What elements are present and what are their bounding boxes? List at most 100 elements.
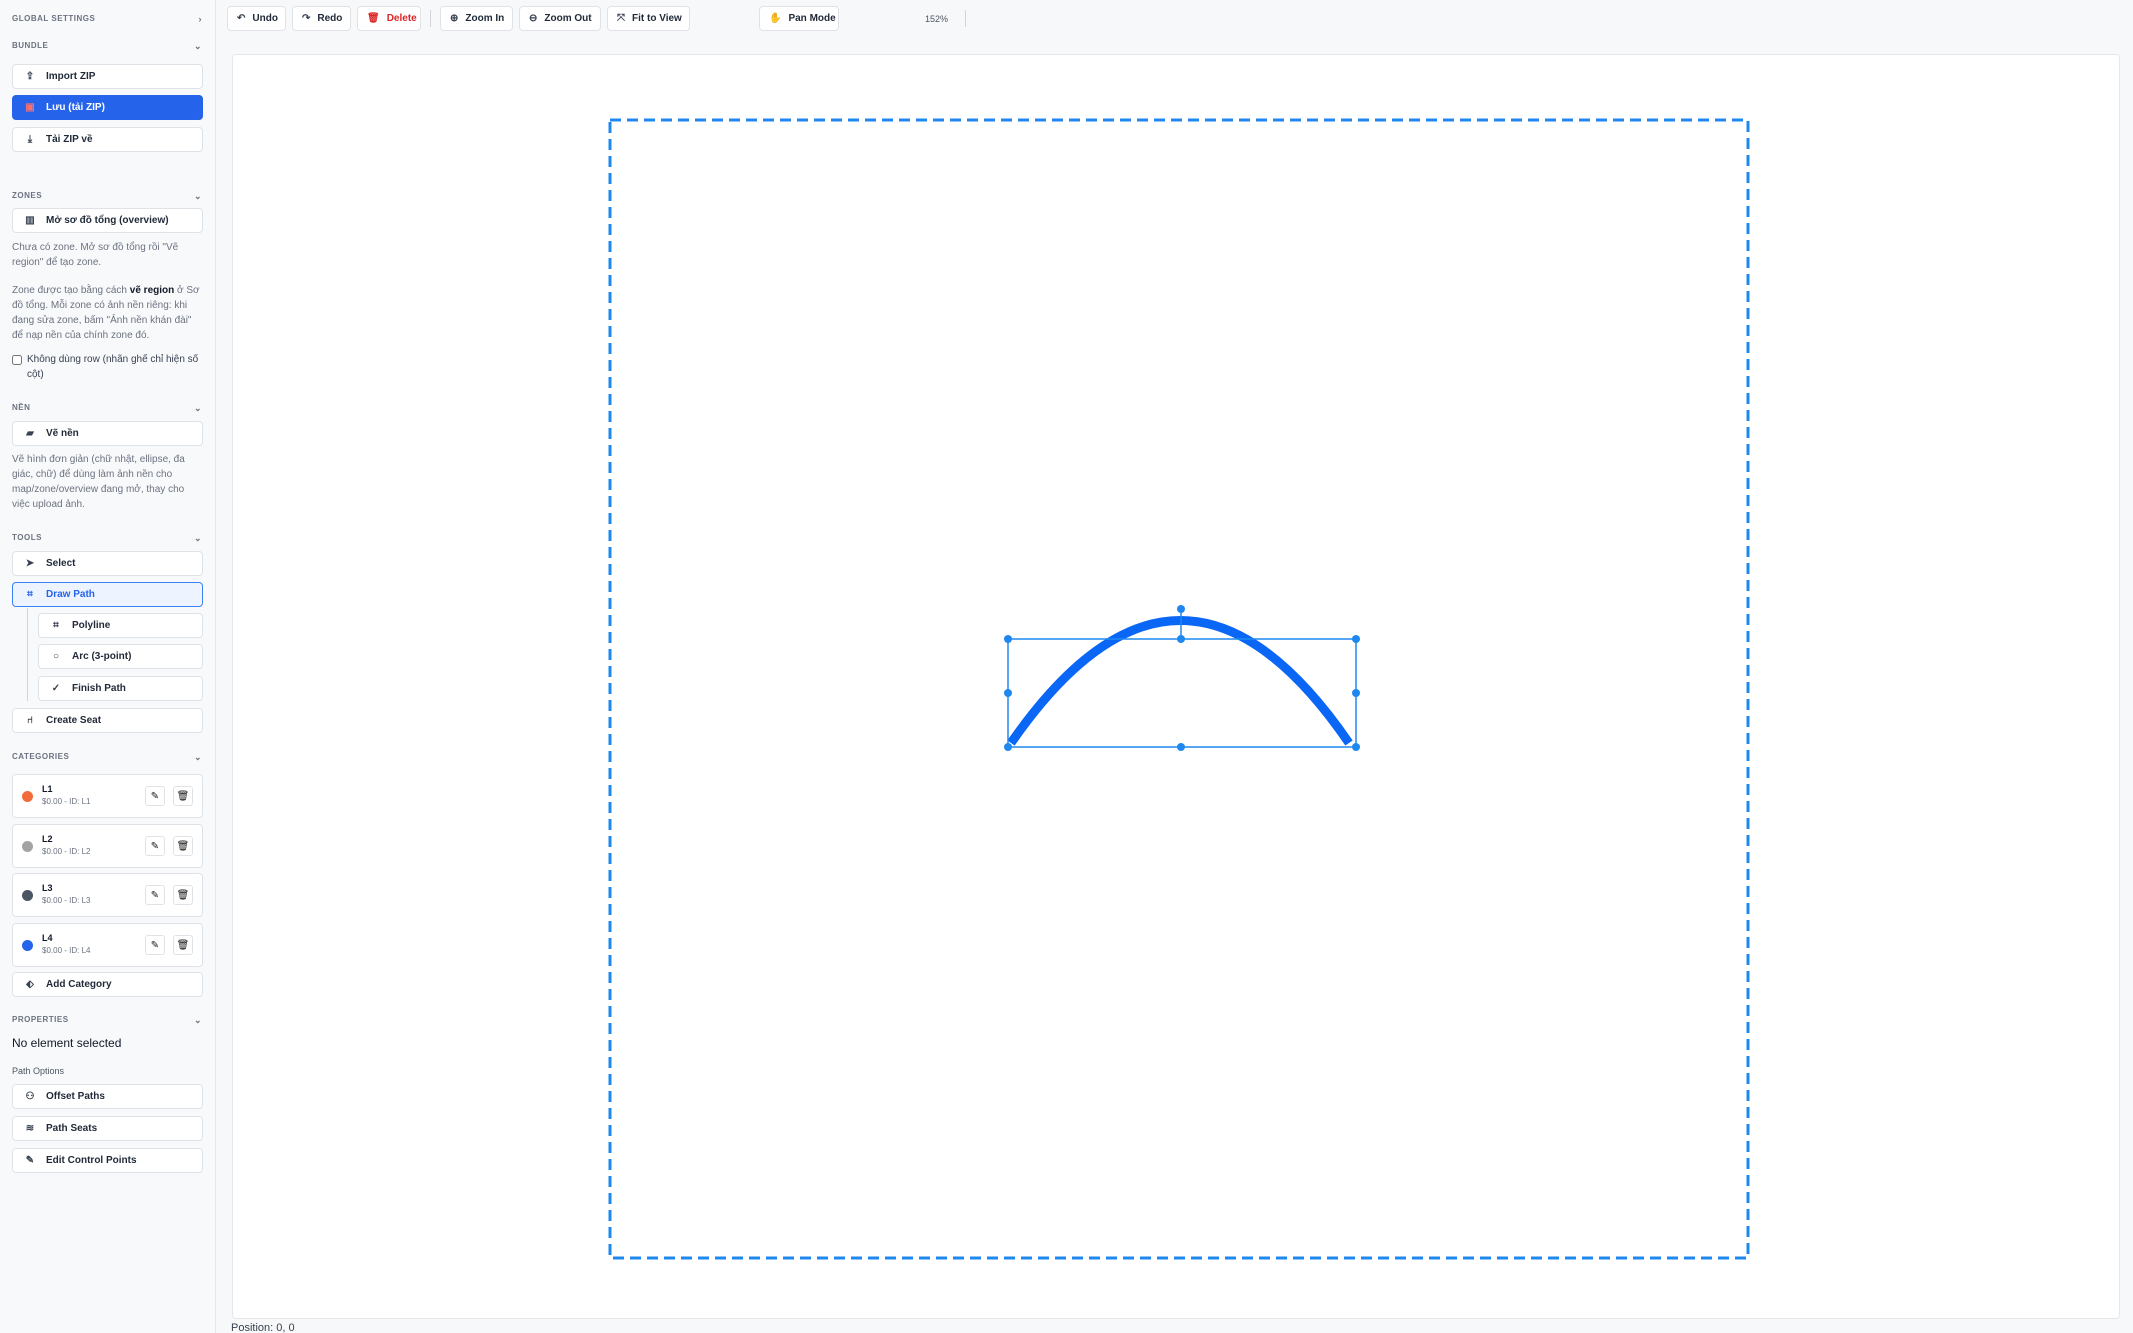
zoom-in-icon: ⊕ — [450, 13, 459, 24]
add-category-button[interactable]: ⬖ Add Category — [12, 972, 203, 997]
zoom-in-button[interactable]: ⊕ Zoom In — [440, 6, 513, 31]
trash-icon: 🗑 — [367, 13, 380, 24]
toolbar-divider — [965, 10, 966, 27]
delete-button[interactable]: 🗑 Delete — [357, 6, 421, 31]
resize-handle[interactable] — [1177, 743, 1185, 751]
selection-box — [1007, 638, 1357, 748]
draw-background-button[interactable]: ▰ Vẽ nền — [12, 421, 203, 446]
edit-icon[interactable]: ✎ — [145, 935, 165, 955]
category-color-dot — [22, 791, 33, 802]
rotate-handle[interactable] — [1177, 605, 1185, 613]
resize-handle[interactable] — [1352, 689, 1360, 697]
categories-header[interactable]: CATEGORIES ⌄ — [12, 752, 202, 766]
properties-header[interactable]: PROPERTIES ⌄ — [12, 1015, 202, 1029]
download-zip-button[interactable]: ⤓ Tải ZIP về — [12, 127, 203, 152]
undo-icon: ↶ — [237, 13, 246, 24]
resize-handle[interactable] — [1352, 635, 1360, 643]
zone-boundary — [608, 118, 1750, 1260]
upload-icon: ⇪ — [25, 71, 35, 82]
no-row-checkbox[interactable] — [12, 355, 22, 365]
sidebar: GLOBAL SETTINGS › BUNDLE ⌄ ⇪ Import ZIP … — [0, 0, 216, 1333]
zones-header[interactable]: ZONES ⌄ — [12, 191, 202, 205]
chevron-down-icon: ⌄ — [193, 752, 202, 762]
resize-handle[interactable] — [1177, 635, 1185, 643]
redo-icon: ↷ — [302, 13, 311, 24]
trash-icon[interactable]: 🗑 — [173, 786, 193, 806]
fit-to-view-button[interactable]: ⤧ Fit to View — [607, 6, 690, 31]
chevron-down-icon: ⌄ — [193, 41, 202, 51]
global-settings-header[interactable]: GLOBAL SETTINGS › — [12, 14, 202, 28]
tools-header[interactable]: TOOLS ⌄ — [12, 533, 202, 547]
pan-mode-button[interactable]: ✋ Pan Mode — [759, 6, 839, 31]
category-item[interactable]: L1 $0.00 - ID: L1 ✎ 🗑 — [12, 774, 203, 818]
zone-help-note: Zone được tạo bằng cách vẽ region ở Sơ đ… — [12, 285, 200, 341]
offset-paths-button[interactable]: ⚇ Offset Paths — [12, 1084, 203, 1109]
chevron-down-icon: ⌄ — [193, 1015, 202, 1025]
undo-button[interactable]: ↶ Undo — [227, 6, 286, 31]
download-icon: ⤓ — [27, 134, 33, 145]
arc-tool-button[interactable]: ○ Arc (3-point) — [38, 644, 203, 669]
canvas[interactable] — [232, 54, 2120, 1319]
polyline-icon: ⌗ — [53, 620, 59, 631]
hand-icon: ✋ — [769, 13, 782, 24]
polyline-tool-button[interactable]: ⌗ Polyline — [38, 613, 203, 638]
chevron-down-icon: ⌄ — [193, 191, 202, 201]
select-tool-button[interactable]: ➤ Select — [12, 551, 203, 576]
layers-icon: ≋ — [25, 1123, 35, 1134]
subtool-connector — [27, 608, 28, 701]
check-icon: ✓ — [51, 683, 61, 694]
toolbar: ↶ Undo ↷ Redo 🗑 Delete ⊕ Zoom In ⊖ Zoom … — [216, 0, 2133, 38]
canvas-drawing[interactable] — [233, 55, 2121, 1320]
trash-icon[interactable]: 🗑 — [173, 935, 193, 955]
draw-path-icon: ⌗ — [27, 589, 33, 600]
path-options-label: Path Options — [12, 1066, 65, 1076]
category-color-dot — [22, 841, 33, 852]
trash-icon[interactable]: 🗑 — [173, 836, 193, 856]
resize-handle[interactable] — [1004, 689, 1012, 697]
cursor-icon: ➤ — [25, 558, 35, 569]
import-zip-button[interactable]: ⇪ Import ZIP — [12, 64, 203, 89]
circle-icon: ○ — [52, 651, 60, 662]
no-zone-note: Chưa có zone. Mở sơ đồ tổng rồi "Vẽ regi… — [12, 242, 179, 268]
chevron-down-icon: ⌄ — [193, 403, 202, 413]
category-item[interactable]: L3 $0.00 - ID: L3 ✎ 🗑 — [12, 873, 203, 917]
resize-handle[interactable] — [1352, 743, 1360, 751]
edit-icon[interactable]: ✎ — [145, 885, 165, 905]
redo-button[interactable]: ↷ Redo — [292, 6, 351, 31]
no-row-option: Không dùng row (nhãn ghế chỉ hiện số cột… — [10, 352, 205, 382]
toolbar-divider — [430, 10, 431, 27]
finish-path-button[interactable]: ✓ Finish Path — [38, 676, 203, 701]
seat-icon: ⑁ — [27, 715, 33, 726]
open-overview-button[interactable]: ▥ Mở sơ đồ tổng (overview) — [12, 208, 203, 233]
create-seat-button[interactable]: ⑁ Create Seat — [12, 708, 203, 733]
resize-handle[interactable] — [1004, 635, 1012, 643]
chevron-right-icon: › — [198, 14, 202, 24]
edit-control-points-button[interactable]: ✎ Edit Control Points — [12, 1148, 203, 1173]
category-item[interactable]: L4 $0.00 - ID: L4 ✎ 🗑 — [12, 923, 203, 967]
no-row-label: Không dùng row (nhãn ghế chỉ hiện số cột… — [27, 354, 199, 380]
category-item[interactable]: L2 $0.00 - ID: L2 ✎ 🗑 — [12, 824, 203, 868]
trash-icon[interactable]: 🗑 — [173, 885, 193, 905]
offset-icon: ⚇ — [25, 1091, 35, 1102]
background-note: Vẽ hình đơn giản (chữ nhật, ellipse, đa … — [12, 454, 185, 510]
bundle-header[interactable]: BUNDLE ⌄ — [12, 41, 202, 55]
no-element-selected: No element selected — [12, 1036, 122, 1050]
zoom-level: 152% — [925, 14, 949, 24]
edit-square-icon: ✎ — [25, 1155, 35, 1166]
category-color-dot — [22, 940, 33, 951]
background-header[interactable]: NỀN ⌄ — [12, 403, 202, 417]
paint-roller-icon: ▰ — [26, 428, 34, 439]
category-color-dot — [22, 890, 33, 901]
save-zip-button[interactable]: ▣ Lưu (tải ZIP) — [12, 95, 203, 120]
zoom-out-button[interactable]: ⊖ Zoom Out — [519, 6, 601, 31]
cursor-position: Position: 0, 0 — [231, 1322, 295, 1333]
resize-handle[interactable] — [1004, 743, 1012, 751]
path-seats-button[interactable]: ≋ Path Seats — [12, 1116, 203, 1141]
tag-icon: ⬖ — [26, 979, 34, 990]
fit-view-icon: ⤧ — [617, 13, 625, 24]
edit-icon[interactable]: ✎ — [145, 836, 165, 856]
zoom-out-icon: ⊖ — [529, 13, 538, 24]
edit-icon[interactable]: ✎ — [145, 786, 165, 806]
map-icon: ▥ — [25, 215, 35, 226]
draw-path-tool-button[interactable]: ⌗ Draw Path — [12, 582, 203, 607]
